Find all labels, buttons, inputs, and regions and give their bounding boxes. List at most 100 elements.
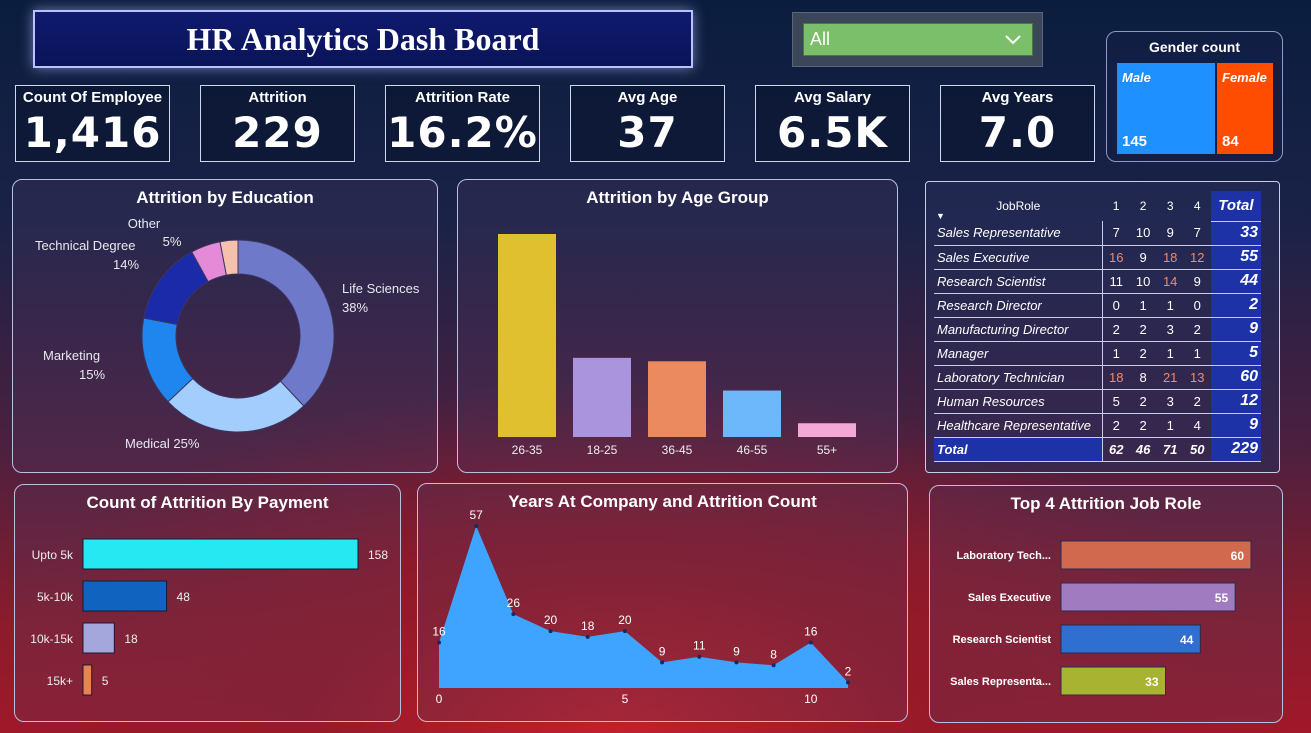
matrix-header-total: Total — [1210, 191, 1261, 222]
matrix-row[interactable]: Manufacturing Director 2 2 3 2 9 — [934, 317, 1261, 342]
matrix-cell: 1 — [1156, 341, 1184, 366]
matrix-cell: 16 — [1102, 245, 1130, 270]
years-point — [697, 654, 702, 659]
male-tile[interactable]: Male 145 — [1117, 63, 1215, 154]
education-donut-chart: Life Sciences 38% Medical 25% Marketing 15% T… — [35, 216, 420, 451]
age-tick-label: 55+ — [817, 443, 837, 457]
donut-pct-label: 14% — [113, 257, 139, 272]
matrix-cell: 7 — [1102, 221, 1130, 246]
role-value-label: 44 — [1180, 633, 1194, 647]
matrix-cell: 2 — [1129, 317, 1157, 342]
years-data-label: 8 — [770, 647, 777, 661]
role-bar — [1060, 540, 1252, 570]
matrix-cell: 5 — [1102, 389, 1130, 414]
age-panel: Attrition by Age Group 26-35 18-25 36-45 46… — [457, 179, 898, 473]
years-x-tick: 10 — [804, 692, 818, 706]
years-point — [808, 640, 813, 645]
years-area-chart: 16572620 18 209 11 9 81620 5 10 — [432, 508, 851, 706]
donut-label: Marketing — [43, 348, 100, 363]
matrix-cell: 2 — [1102, 413, 1130, 438]
matrix-cell: 1 — [1183, 341, 1211, 366]
years-data-label: 16 — [804, 625, 818, 639]
years-data-label: 18 — [581, 619, 595, 633]
matrix-row-total: 9 — [1210, 413, 1261, 438]
years-data-label: 16 — [432, 625, 446, 639]
role-category-label: Sales Representa... — [950, 676, 1051, 688]
age-bar — [498, 234, 556, 437]
years-data-label: 20 — [544, 613, 558, 627]
years-x-tick: 0 — [436, 692, 443, 706]
age-bar — [573, 357, 631, 437]
matrix-row[interactable]: Healthcare Representative 2 2 1 4 9 — [934, 413, 1261, 438]
age-tick-label: 18-25 — [587, 443, 618, 457]
matrix-cell: 12 — [1183, 245, 1211, 270]
matrix-row[interactable]: Manager 1 2 1 1 5 — [934, 341, 1261, 366]
filter-dropdown[interactable]: All — [803, 23, 1033, 56]
matrix-cell: 3 — [1156, 317, 1184, 342]
matrix-row[interactable]: Sales Executive 16 9 18 12 55 — [934, 245, 1261, 270]
filter-selected-value: All — [810, 29, 831, 49]
matrix-cell: 4 — [1183, 413, 1211, 438]
kpi-label: Attrition Rate — [415, 89, 510, 106]
matrix-cell: 2 — [1183, 317, 1211, 342]
matrix-cell: 1 — [1129, 293, 1157, 318]
sort-down-icon[interactable]: ▼ — [936, 211, 945, 221]
matrix-header-col: 2 — [1139, 199, 1147, 213]
matrix-total-cell: 71 — [1156, 437, 1184, 462]
matrix-row-total: 12 — [1210, 389, 1261, 414]
matrix-row-label: Sales Representative — [934, 221, 1103, 246]
matrix-header-jobrole[interactable]: JobRole ▼ — [934, 191, 1103, 221]
matrix-row[interactable]: Research Director 0 1 1 0 2 — [934, 293, 1261, 318]
payment-bar — [82, 664, 93, 696]
years-point — [734, 660, 739, 665]
donut-pct-label: 15% — [79, 367, 105, 382]
matrix-total-cell: 50 — [1183, 437, 1211, 462]
age-tick-label: 26-35 — [512, 443, 543, 457]
payment-category-label: 10k-15k — [30, 632, 74, 646]
payment-value-label: 5 — [102, 674, 109, 688]
age-tick-label: 46-55 — [737, 443, 768, 457]
matrix-cell: 18 — [1102, 365, 1130, 390]
matrix-cell: 2 — [1129, 413, 1157, 438]
years-point — [846, 680, 850, 685]
matrix-row-label: Research Director — [934, 293, 1103, 318]
kpi-value: 16.2% — [387, 108, 538, 157]
years-data-label: 11 — [693, 639, 706, 653]
age-bar — [648, 361, 706, 437]
kpi-value: 1,416 — [23, 108, 162, 157]
matrix-row[interactable]: Human Resources 5 2 3 2 12 — [934, 389, 1261, 414]
matrix-header-col: 1 — [1112, 199, 1120, 213]
matrix-row[interactable]: Research Scientist 11 10 14 9 44 — [934, 269, 1261, 294]
role-bar — [1060, 582, 1236, 612]
matrix-cell: 0 — [1183, 293, 1211, 318]
kpi-avg-age: Avg Age 37 — [570, 85, 725, 162]
kpi-label: Avg Salary — [794, 89, 871, 106]
matrix-row[interactable]: Sales Representative 7 10 9 7 33 — [934, 221, 1261, 246]
filter-slicer: All — [792, 12, 1043, 67]
matrix-header-col: 4 — [1193, 199, 1201, 213]
donut-pct-label: 38% — [342, 300, 368, 315]
female-tile[interactable]: Female 84 — [1217, 63, 1273, 154]
years-data-label: 9 — [659, 644, 666, 658]
kpi-value: 37 — [617, 108, 678, 157]
matrix-row-label: Healthcare Representative — [934, 413, 1103, 438]
kpi-value: 229 — [232, 108, 323, 157]
matrix-cell: 1 — [1102, 341, 1130, 366]
donut-pct-label: 5% — [163, 234, 182, 249]
matrix-total-label: Total — [934, 437, 1103, 462]
matrix-total-row: Total 62 46 71 50 229 — [934, 437, 1261, 462]
chevron-down-icon[interactable] — [1004, 24, 1022, 66]
toproles-bar-chart: Laboratory Tech... 60 Sales Executive 55 Res… — [950, 540, 1252, 696]
role-category-label: Sales Executive — [968, 592, 1051, 604]
matrix-cell: 14 — [1156, 269, 1184, 294]
matrix-cell: 9 — [1183, 269, 1211, 294]
matrix-cell: 3 — [1156, 389, 1184, 414]
matrix-row-label: Human Resources — [934, 389, 1103, 414]
payment-category-label: Upto 5k — [32, 548, 74, 562]
kpi-label: Avg Years — [981, 89, 1054, 106]
donut-label: Medical 25% — [125, 436, 200, 451]
payment-value-label: 18 — [124, 632, 138, 646]
matrix-row[interactable]: Laboratory Technician 18 8 21 13 60 — [934, 365, 1261, 390]
matrix-row-total: 2 — [1210, 293, 1261, 318]
years-point — [660, 660, 665, 665]
